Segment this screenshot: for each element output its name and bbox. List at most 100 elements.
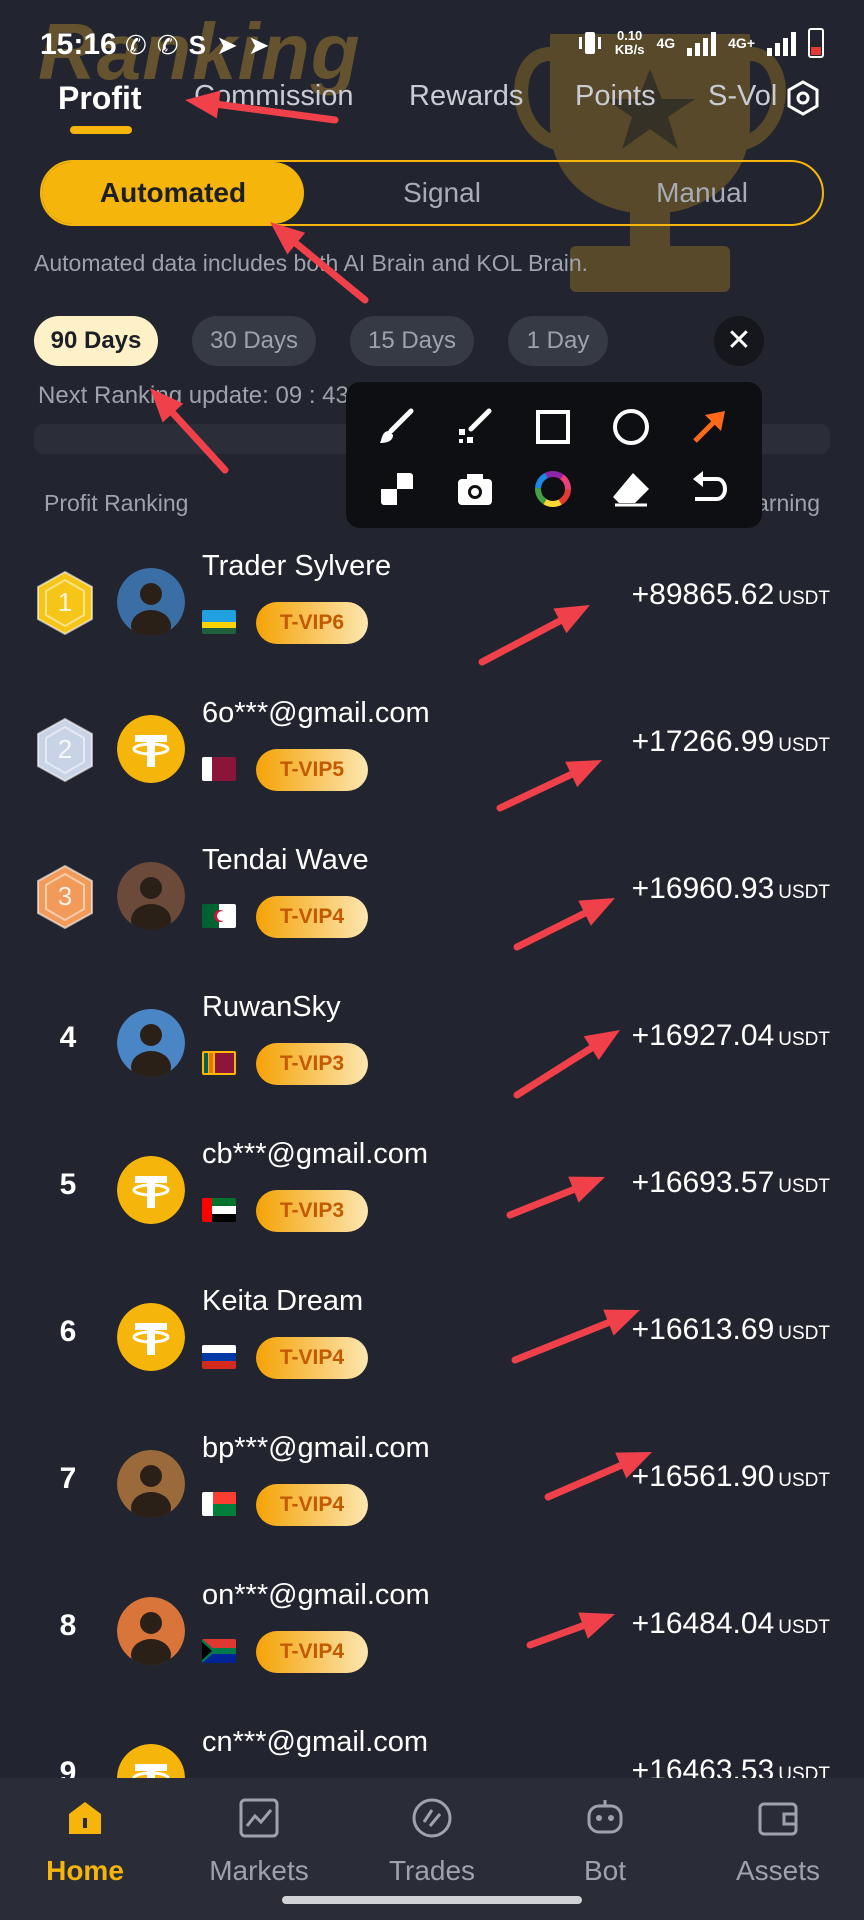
ranking-row[interactable]: 6 Keita Dream T-VIP4 +16613.69 USDT	[0, 1275, 864, 1422]
rectangle-tool[interactable]	[528, 402, 578, 452]
nav-home[interactable]: Home	[20, 1796, 150, 1887]
earning-unit: USDT	[778, 1029, 830, 1050]
ranking-row[interactable]: 4 RuwanSky T-VIP3 +16927.04 USDT	[0, 981, 864, 1128]
tab-profit[interactable]: Profit	[58, 80, 142, 117]
close-button[interactable]: ✕	[714, 316, 764, 366]
ranking-row[interactable]: 3 Tendai Wave T-VIP4 +16960.93 USDT	[0, 834, 864, 981]
rank-medal-icon: 1	[37, 570, 93, 636]
markets-chart-icon	[239, 1798, 279, 1838]
user-avatar	[117, 1009, 185, 1077]
nav-trades[interactable]: Trades	[367, 1796, 497, 1887]
rank-number: 6	[59, 1315, 77, 1348]
user-name: bp***@gmail.com	[202, 1432, 430, 1464]
rank-medal-icon: 2	[37, 717, 93, 783]
column-profit-ranking: Profit Ranking	[44, 490, 189, 516]
earning-value: +17266.99 USDT	[631, 725, 830, 758]
tab-points[interactable]: Points	[575, 80, 656, 113]
circle-tool[interactable]	[606, 402, 656, 452]
earning-unit: USDT	[778, 588, 830, 609]
earning-value: +89865.62 USDT	[631, 578, 830, 611]
nav-bot[interactable]: Bot	[540, 1796, 670, 1887]
eraser-icon	[613, 473, 649, 507]
earning-value: +16927.04 USDT	[631, 1019, 830, 1052]
country-flag-icon	[202, 610, 236, 634]
tether-avatar-icon	[117, 715, 185, 783]
period-1-day[interactable]: 1 Day	[508, 316, 608, 366]
ranking-row[interactable]: 8 on***@gmail.com T-VIP4 +16484.04 USDT	[0, 1569, 864, 1716]
brush-icon	[380, 408, 414, 443]
nav-assets[interactable]: Assets	[713, 1796, 843, 1887]
rectangle-icon	[536, 410, 570, 444]
color-wheel-icon	[535, 471, 571, 507]
user-name: RuwanSky	[202, 991, 341, 1023]
vip-badge: T-VIP3	[256, 1190, 368, 1232]
close-icon: ✕	[726, 324, 752, 357]
mode-signal[interactable]: Signal	[342, 162, 542, 224]
signal-icon-2	[767, 30, 796, 56]
user-name: Trader Sylvere	[202, 550, 392, 582]
vip-badge: T-VIP3	[256, 1043, 368, 1085]
trades-icon	[412, 1798, 452, 1838]
mode-automated[interactable]: Automated	[42, 162, 304, 224]
vip-badge: T-VIP4	[256, 1484, 368, 1526]
arrow-icon	[693, 411, 725, 443]
tab-commission[interactable]: Commission	[194, 80, 354, 113]
tether-avatar-icon	[117, 1156, 185, 1224]
period-90-days[interactable]: 90 Days	[34, 316, 158, 366]
net-speed: 0.10 KB/s	[614, 28, 645, 57]
ranking-row[interactable]: 1 Trader Sylvere T-VIP6 +89865.62 USDT	[0, 540, 864, 687]
ranking-row[interactable]: 2 6o***@gmail.com T-VIP5 +17266.99 USDT	[0, 687, 864, 834]
user-name: Keita Dream	[202, 1285, 364, 1317]
user-name: cn***@gmail.com	[202, 1726, 429, 1758]
messenger-icon: ➤	[215, 30, 238, 60]
vibrate-icon	[578, 32, 601, 54]
color-tool[interactable]	[528, 464, 578, 514]
active-tab-indicator	[70, 126, 132, 134]
camera-tool[interactable]	[450, 464, 500, 514]
battery-icon	[808, 28, 824, 58]
network-type-1: 4G	[656, 35, 676, 51]
earning-unit: USDT	[778, 735, 830, 756]
mosaic-tool[interactable]	[372, 464, 422, 514]
status-time: 15:16	[40, 28, 117, 61]
ranking-row[interactable]: 7 bp***@gmail.com T-VIP4 +16561.90 USDT	[0, 1422, 864, 1569]
earning-value: +16613.69 USDT	[631, 1313, 830, 1346]
user-avatar	[117, 1597, 185, 1665]
s-icon: S	[188, 30, 206, 60]
mode-manual[interactable]: Manual	[602, 162, 802, 224]
country-flag-icon	[202, 1345, 236, 1369]
info-text: Automated data includes both AI Brain an…	[34, 250, 589, 276]
nav-markets[interactable]: Markets	[194, 1796, 324, 1887]
vip-badge: T-VIP4	[256, 896, 368, 938]
tab-rewards[interactable]: Rewards	[409, 80, 523, 113]
tether-avatar-icon	[117, 1303, 185, 1371]
undo-icon	[693, 471, 728, 501]
tab-s-vol[interactable]: S-Vol	[708, 80, 777, 113]
whatsapp-business-icon: ✆	[156, 30, 179, 60]
user-name: on***@gmail.com	[202, 1579, 430, 1611]
earning-value: +16693.57 USDT	[631, 1166, 830, 1199]
vip-badge: T-VIP5	[256, 749, 368, 791]
undo-tool[interactable]	[684, 464, 734, 514]
settings-hexagon-icon[interactable]	[785, 80, 821, 116]
country-flag-icon	[202, 904, 236, 928]
annotation-toolbar	[346, 382, 762, 528]
wallet-icon	[758, 1802, 798, 1836]
network-type-2: 4G+	[728, 35, 755, 51]
gesture-home-bar	[282, 1896, 582, 1904]
country-flag-icon	[202, 757, 236, 781]
arrow-tool[interactable]	[684, 402, 734, 452]
camera-icon	[458, 474, 492, 505]
eraser-tool[interactable]	[606, 464, 656, 514]
country-flag-icon	[202, 1492, 236, 1516]
mosaic-brush-tool[interactable]	[450, 402, 500, 452]
period-30-days[interactable]: 30 Days	[192, 316, 316, 366]
whatsapp-icon: ✆	[125, 30, 147, 60]
user-name: Tendai Wave	[202, 844, 369, 876]
robot-icon	[587, 1800, 623, 1834]
period-15-days[interactable]: 15 Days	[350, 316, 474, 366]
ranking-row[interactable]: 5 cb***@gmail.com T-VIP3 +16693.57 USDT	[0, 1128, 864, 1275]
user-name: 6o***@gmail.com	[202, 697, 430, 729]
earning-unit: USDT	[778, 1617, 830, 1638]
brush-tool[interactable]	[372, 402, 422, 452]
